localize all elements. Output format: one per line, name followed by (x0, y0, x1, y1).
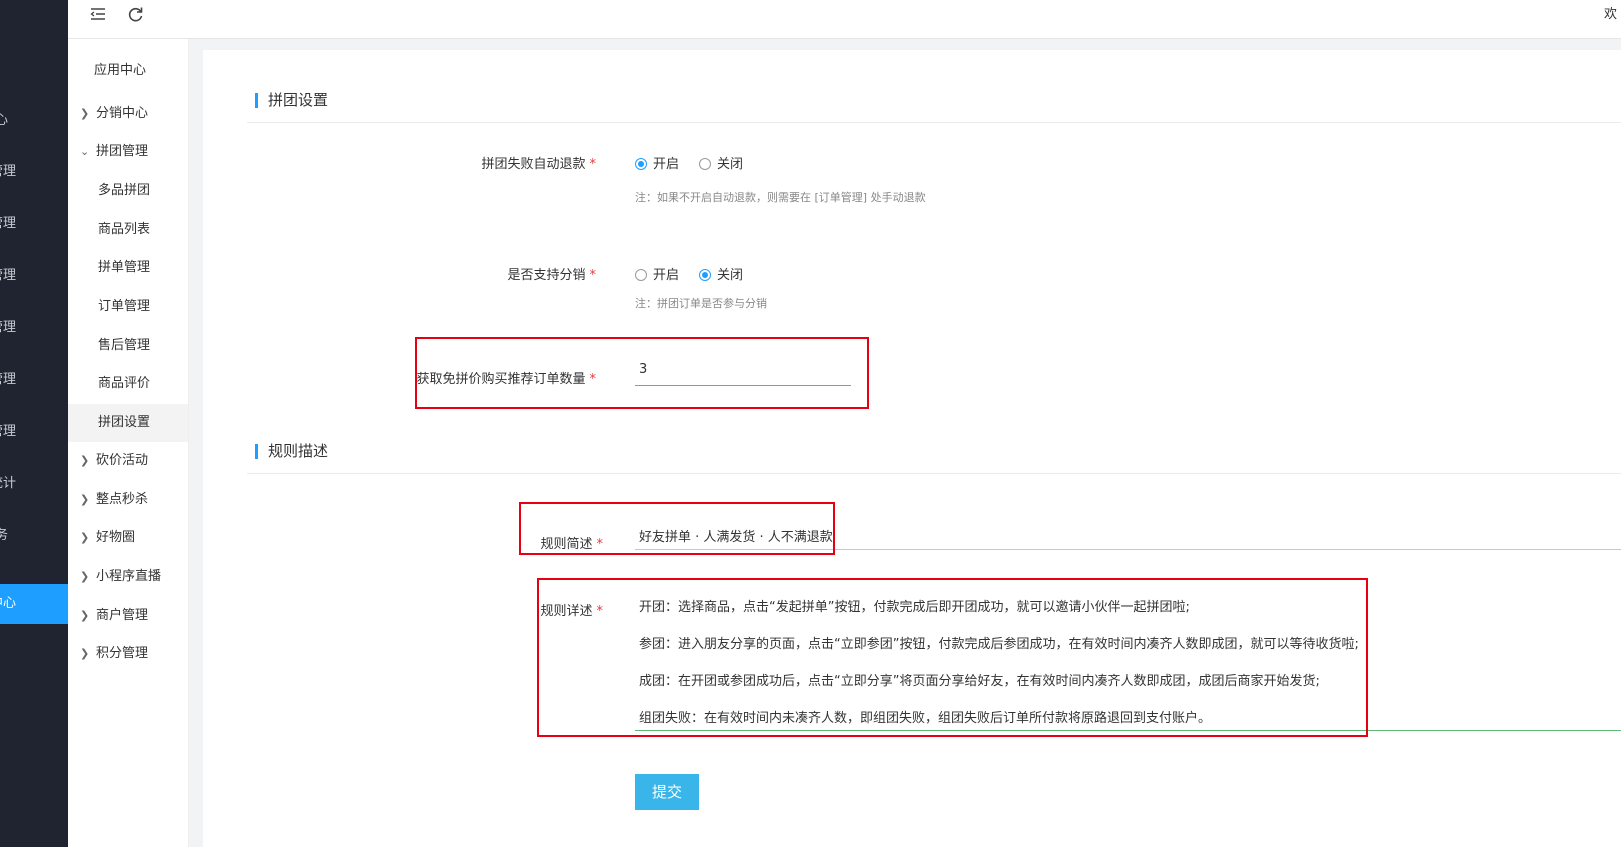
submenu-item-groupbuy-settings[interactable]: 拼团设置 (68, 404, 188, 442)
submenu-item-bargain[interactable]: ❯ 砍价活动 (68, 442, 188, 480)
main-nav-rail: 心 管理 管理 管理 管理 管理 管理 统计 务 中心 (0, 0, 68, 847)
distribution-radio-on[interactable]: 开启 (635, 264, 679, 283)
rail-item-2[interactable]: 管理 (0, 152, 68, 192)
collapse-menu-icon[interactable] (88, 4, 108, 24)
distribution-label: 是否支持分销 * (507, 268, 597, 283)
chevron-down-icon: ⌄ (80, 145, 90, 158)
rail-item-4[interactable]: 管理 (0, 256, 68, 296)
refund-label: 拼团失败自动退款 * (481, 157, 597, 172)
submenu-item-flash-sale[interactable]: ❯ 整点秒杀 (68, 481, 188, 519)
refund-note: 注：如果不开启自动退款，则需要在 [订单管理] 处手动退款 (635, 191, 926, 204)
highlight-box (519, 502, 835, 555)
submenu-item-reviews[interactable]: 商品评价 (68, 365, 188, 403)
chevron-right-icon: ❯ (80, 647, 90, 660)
radio-checked-icon (699, 269, 711, 281)
chevron-right-icon: ❯ (80, 570, 90, 583)
settings-panel: 拼团设置 拼团失败自动退款 * 开启 关闭 注：如果不开启自动退款，则需要在 [订… (203, 50, 1621, 847)
rail-item-app-center[interactable]: 中心 (0, 584, 68, 624)
submenu-item-order-management[interactable]: 订单管理 (68, 288, 188, 326)
submenu-item-group-orders[interactable]: 拼单管理 (68, 249, 188, 287)
required-mark: * (589, 157, 597, 172)
submit-button[interactable]: 提交 (635, 774, 699, 810)
top-header: 欢 (68, 0, 1621, 39)
rail-item-6[interactable]: 管理 (0, 360, 68, 400)
distribution-radio-off[interactable]: 关闭 (699, 264, 743, 283)
rail-item-3[interactable]: 管理 (0, 204, 68, 244)
section-title-rules: 规则描述 (255, 444, 328, 459)
chevron-right-icon: ❯ (80, 107, 90, 120)
section-divider (247, 473, 1621, 474)
radio-unchecked-icon (699, 158, 711, 170)
submenu-title: 应用中心 (94, 63, 147, 78)
rail-item-1[interactable]: 心 (0, 101, 68, 141)
header-welcome-text: 欢 (1603, 7, 1617, 22)
distribution-note: 注：拼团订单是否参与分销 (635, 297, 767, 310)
submenu-item-after-sales[interactable]: 售后管理 (68, 327, 188, 365)
submenu-item-groupbuy[interactable]: ⌄ 拼团管理 (68, 133, 188, 171)
highlight-box (415, 337, 869, 409)
chevron-right-icon: ❯ (80, 493, 90, 506)
submenu-item-multi-groupbuy[interactable]: 多品拼团 (68, 172, 188, 210)
refund-radio-on[interactable]: 开启 (635, 153, 679, 172)
chevron-right-icon: ❯ (80, 454, 90, 467)
submenu-item-live-stream[interactable]: ❯ 小程序直播 (68, 558, 188, 596)
submenu-item-points[interactable]: ❯ 积分管理 (68, 635, 188, 673)
chevron-right-icon: ❯ (80, 609, 90, 622)
rail-item-8[interactable]: 统计 (0, 464, 68, 504)
radio-checked-icon (635, 158, 647, 170)
highlight-box (537, 578, 1368, 737)
submenu-item-distribution[interactable]: ❯ 分销中心 (68, 95, 188, 133)
chevron-right-icon: ❯ (80, 531, 90, 544)
rail-item-7[interactable]: 管理 (0, 412, 68, 452)
section-divider (247, 122, 1621, 123)
refund-radio-off[interactable]: 关闭 (699, 153, 743, 172)
required-mark: * (589, 268, 597, 283)
section-title-groupbuy-settings: 拼团设置 (255, 93, 328, 108)
submenu-item-product-list[interactable]: 商品列表 (68, 211, 188, 249)
submenu-item-goods-circle[interactable]: ❯ 好物圈 (68, 519, 188, 557)
app-center-submenu: 应用中心 ❯ 分销中心 ⌄ 拼团管理 多品拼团 商品列表 拼单管理 订单管理 售… (68, 39, 189, 847)
radio-unchecked-icon (635, 269, 647, 281)
rail-item-5[interactable]: 管理 (0, 308, 68, 348)
submenu-item-merchant[interactable]: ❯ 商户管理 (68, 597, 188, 635)
rail-item-9[interactable]: 务 (0, 516, 68, 556)
refresh-icon[interactable] (126, 4, 146, 24)
